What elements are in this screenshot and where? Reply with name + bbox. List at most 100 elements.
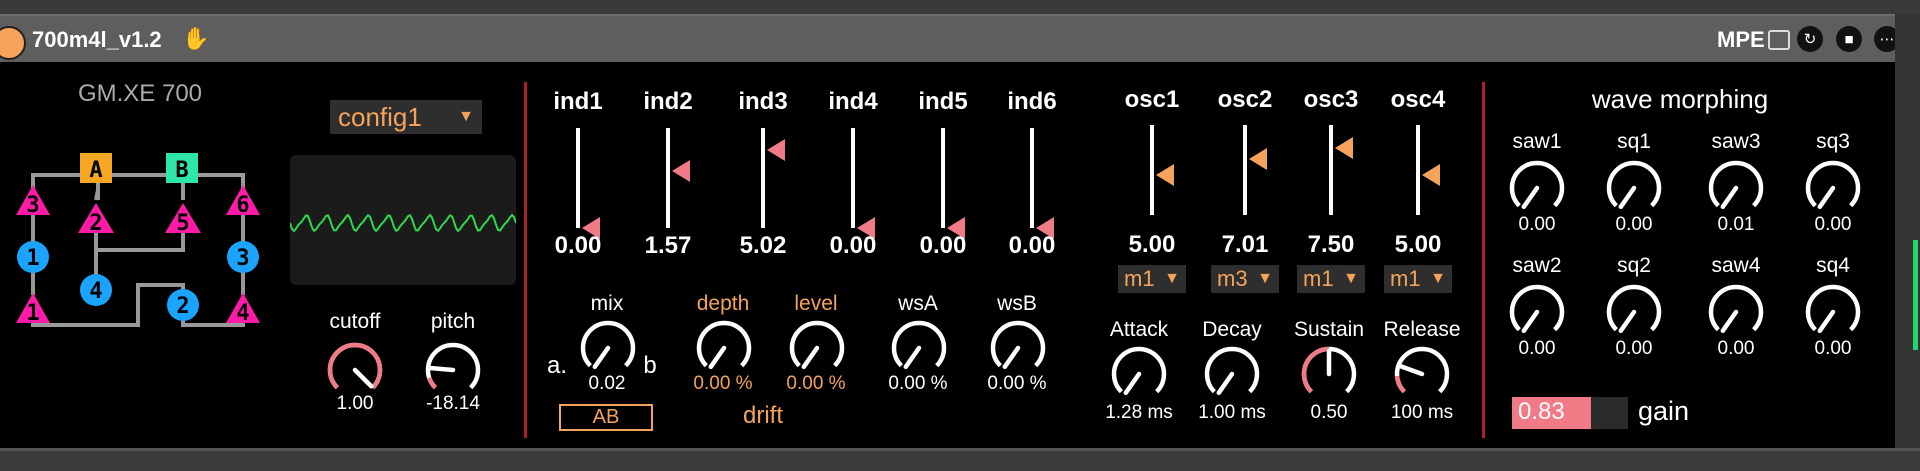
- osc-slider[interactable]: [1311, 125, 1353, 215]
- clipboard-icon[interactable]: [1768, 30, 1790, 50]
- section-divider: [1482, 82, 1485, 438]
- index-slider[interactable]: [1012, 128, 1054, 239]
- knob-ring: [1204, 346, 1260, 394]
- index-slider[interactable]: [743, 128, 785, 228]
- morph-value: 0.00: [1814, 338, 1852, 359]
- envelope-knob[interactable]: [1392, 344, 1452, 409]
- knob-ring: [990, 320, 1046, 368]
- knob-fill: [1301, 346, 1330, 394]
- config-dropdown[interactable]: config1 ▼: [330, 100, 482, 134]
- envelope-knob[interactable]: [1109, 344, 1169, 409]
- scrollbar[interactable]: [1895, 14, 1920, 448]
- morph-label: saw3: [1711, 130, 1761, 153]
- morph-label: sq1: [1617, 130, 1651, 153]
- svg-text:4: 4: [236, 301, 249, 326]
- envelope-knob[interactable]: [1299, 344, 1359, 409]
- knob-fill: [427, 376, 437, 390]
- osc-label: osc1: [1124, 86, 1180, 113]
- osc-slider[interactable]: [1132, 125, 1174, 215]
- knob-ring: [1509, 284, 1565, 332]
- envelope-knob[interactable]: [1202, 344, 1262, 409]
- index-value: 0.00: [554, 232, 602, 259]
- osc-slider-thumb[interactable]: [1247, 146, 1269, 172]
- index-slider[interactable]: [923, 128, 965, 239]
- cutoff-value: 1.00: [336, 393, 374, 414]
- morph-value: 0.00: [1518, 214, 1556, 235]
- device-activator-button[interactable]: [0, 26, 26, 60]
- knob-dial: [425, 342, 481, 390]
- osc-label: osc2: [1217, 86, 1273, 113]
- svg-text:4: 4: [89, 279, 102, 304]
- index-slider-thumb[interactable]: [670, 158, 692, 184]
- osc-mode-dropdown[interactable]: m1 ▼: [1384, 265, 1452, 293]
- knob-dial: [1606, 284, 1662, 334]
- knob-pointer: [1618, 309, 1637, 334]
- morph-label: saw1: [1512, 130, 1562, 153]
- index-slider-thumb-shape: [767, 139, 785, 161]
- scrollbar-thumb[interactable]: [1913, 240, 1918, 350]
- envelope-label: Decay: [1202, 318, 1262, 341]
- refresh-icon[interactable]: ↻: [1797, 26, 1823, 52]
- chevron-down-icon: ▼: [1343, 270, 1359, 287]
- osc-mode-dropdown[interactable]: m1 ▼: [1118, 265, 1186, 293]
- osc-slider[interactable]: [1398, 125, 1440, 215]
- chevron-down-icon: ▼: [1164, 270, 1180, 287]
- knob-pointer: [1521, 309, 1540, 334]
- knob-fill: [1394, 375, 1407, 394]
- osc-mode-dropdown[interactable]: m3 ▼: [1211, 265, 1279, 293]
- index-slider[interactable]: [558, 128, 600, 239]
- algorithm-diagram[interactable]: A B 3 2 5 6 1 3 4 2 1 4: [8, 145, 268, 335]
- knob-pointer: [1720, 185, 1739, 210]
- morph-value: 0.00: [1518, 338, 1556, 359]
- osc-slider-thumb[interactable]: [1154, 162, 1176, 188]
- save-icon[interactable]: ■: [1836, 26, 1862, 52]
- index-slider-thumb[interactable]: [765, 137, 787, 163]
- index-value: 0.00: [829, 232, 877, 259]
- osc-value: 5.00: [1394, 231, 1442, 258]
- knob-dial: [1708, 284, 1764, 334]
- config-selected: config1: [338, 101, 422, 132]
- knob-dial: [1509, 284, 1565, 334]
- osc-slider[interactable]: [1225, 125, 1267, 215]
- osc-slider-thumb[interactable]: [1420, 162, 1442, 188]
- index-slider-track: [851, 128, 855, 228]
- morph-value: 0.00: [1717, 338, 1755, 359]
- osc-mode-dropdown[interactable]: m1 ▼: [1297, 265, 1365, 293]
- knob-dial: [327, 342, 383, 390]
- morph-value: 0.00: [1615, 214, 1653, 235]
- index-slider-track: [1030, 128, 1034, 228]
- knob-ring: [1805, 284, 1861, 332]
- morph-value: 0.00: [1814, 214, 1852, 235]
- knob-ring: [1394, 346, 1450, 394]
- index-slider[interactable]: [833, 128, 875, 239]
- knob-pointer: [1123, 371, 1142, 396]
- index-slider[interactable]: [648, 128, 690, 228]
- ab-button[interactable]: AB: [559, 404, 653, 431]
- osc-value: 7.50: [1307, 231, 1355, 258]
- knob-dial: [990, 320, 1046, 370]
- knob-pointer: [708, 345, 727, 370]
- hand-icon[interactable]: ✋: [182, 26, 209, 52]
- knob-pointer: [592, 345, 611, 370]
- osc-slider-thumb[interactable]: [1333, 135, 1355, 161]
- svg-text:A: A: [89, 158, 102, 183]
- knob-dial: [1111, 346, 1167, 396]
- svg-text:B: B: [175, 158, 188, 183]
- osc-slider-thumb-shape: [1156, 163, 1174, 186]
- knob-ring: [696, 320, 752, 368]
- index-label: ind6: [1007, 88, 1057, 115]
- gain-label: gain: [1638, 396, 1690, 426]
- index-slider-track: [576, 128, 580, 228]
- device-title-bar[interactable]: 700m4l_v1.2 ✋ MPE ↻ ■ ⋯: [0, 14, 1900, 64]
- morph-value: 0.01: [1717, 214, 1755, 235]
- level-value: 0.00 %: [786, 373, 846, 394]
- knob-pointer: [1002, 345, 1021, 370]
- knob-pointer: [1720, 309, 1739, 334]
- knob-dial: [1805, 160, 1861, 210]
- chevron-down-icon: ▼: [458, 108, 474, 125]
- mpe-label[interactable]: MPE: [1717, 27, 1765, 53]
- knob-dial: [1301, 346, 1357, 394]
- index-label: ind2: [643, 88, 693, 115]
- index-slider-thumb-shape: [672, 160, 690, 182]
- cutoff-label: cutoff: [329, 310, 381, 333]
